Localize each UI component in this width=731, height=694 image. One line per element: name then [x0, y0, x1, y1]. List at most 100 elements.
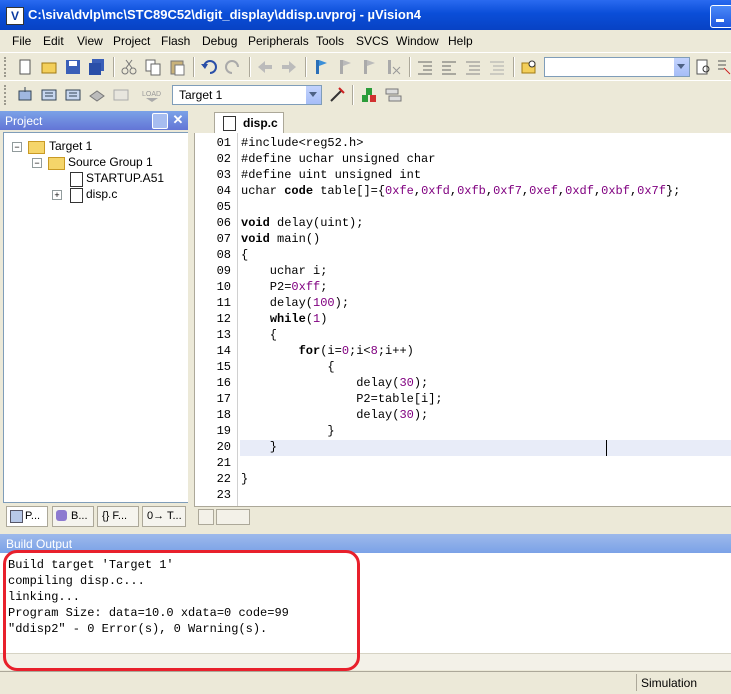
- uncomment-icon[interactable]: [488, 58, 506, 76]
- c-file-icon: [70, 188, 83, 203]
- menu-peripherals[interactable]: Peripherals: [248, 34, 309, 48]
- code-line: }: [241, 472, 249, 486]
- toolbar-separator: [193, 57, 195, 77]
- project-panel-tabs: P... B... {} F... 0→ T...: [0, 505, 188, 527]
- cut-icon[interactable]: [120, 58, 138, 76]
- code-line: uchar i;: [241, 264, 328, 278]
- tab-functions[interactable]: {} F...: [97, 506, 139, 527]
- save-icon[interactable]: [64, 58, 82, 76]
- svg-text:LOAD: LOAD: [142, 91, 161, 98]
- batch-build-icon[interactable]: [88, 86, 106, 104]
- paste-icon[interactable]: [168, 58, 186, 76]
- menu-help[interactable]: Help: [448, 34, 473, 48]
- menu-edit[interactable]: Edit: [43, 34, 64, 48]
- translate-icon[interactable]: [16, 86, 34, 104]
- select-packs-icon[interactable]: [384, 86, 402, 104]
- next-bookmark-icon[interactable]: [360, 58, 378, 76]
- line-number: 01: [216, 136, 231, 150]
- menu-flash[interactable]: Flash: [161, 34, 190, 48]
- code-line: #define uint unsigned int: [241, 168, 422, 182]
- menu-tools[interactable]: Tools: [316, 34, 344, 48]
- code-editor[interactable]: 01 02 03 04 05 06 07 08 09 10 11 12 13 1…: [194, 133, 731, 506]
- gutter-divider: [237, 133, 238, 506]
- pin-icon[interactable]: [152, 113, 168, 129]
- chevron-down-icon[interactable]: [674, 58, 689, 76]
- menu-view[interactable]: View: [77, 34, 103, 48]
- toolbar-grip[interactable]: [4, 85, 9, 105]
- prev-bookmark-icon[interactable]: [336, 58, 354, 76]
- scroll-thumb[interactable]: [216, 509, 250, 525]
- tree-label-disp-c: disp.c: [86, 187, 118, 201]
- line-number: 13: [216, 328, 231, 342]
- find-in-files-icon[interactable]: [520, 58, 538, 76]
- editor-horizontal-scrollbar[interactable]: [194, 506, 731, 525]
- redo-icon[interactable]: [224, 58, 242, 76]
- stop-build-icon[interactable]: [112, 86, 130, 104]
- download-load-icon[interactable]: LOAD: [140, 86, 164, 104]
- tab-templates[interactable]: 0→ T...: [142, 506, 186, 527]
- code-line: void main(): [241, 232, 321, 246]
- line-number: 16: [216, 376, 231, 390]
- undo-icon[interactable]: [200, 58, 218, 76]
- incremental-find-icon[interactable]: [714, 58, 731, 76]
- code-line: delay(30);: [241, 408, 429, 422]
- project-panel-header: Project ✕: [0, 111, 188, 130]
- save-all-icon[interactable]: [88, 58, 106, 76]
- code-line: {: [241, 360, 335, 374]
- line-number: 11: [216, 296, 231, 310]
- toolbar-separator: [409, 57, 411, 77]
- navigate-back-icon[interactable]: [256, 58, 274, 76]
- collapse-icon[interactable]: −: [12, 142, 22, 152]
- rebuild-icon[interactable]: [64, 86, 82, 104]
- expand-icon[interactable]: +: [52, 190, 62, 200]
- code-line: uchar code table[]={0xfe,0xfd,0xfb,0xf7,…: [241, 184, 681, 198]
- code-line: {: [241, 328, 278, 342]
- menu-svcs[interactable]: SVCS: [356, 34, 389, 48]
- indent-icon[interactable]: [416, 58, 434, 76]
- project-tree: − Target 1 − Source Group 1 STARTUP.A51 …: [3, 132, 189, 503]
- window-title: C:\siva\dvlp\mc\STC89C52\digit_display\d…: [28, 7, 422, 22]
- search-combo[interactable]: [544, 57, 690, 77]
- tab-books[interactable]: B...: [52, 506, 94, 527]
- navigate-forward-icon[interactable]: [280, 58, 298, 76]
- toolbar-separator: [113, 57, 115, 77]
- code-line: for(i=0;i<8;i++): [298, 344, 414, 358]
- line-number: 17: [216, 392, 231, 406]
- target-select[interactable]: Target 1: [172, 85, 322, 105]
- copy-icon[interactable]: [144, 58, 162, 76]
- editor-tab-label: disp.c: [243, 116, 278, 130]
- tree-label-target: Target 1: [49, 139, 93, 153]
- tab-disp-c[interactable]: disp.c: [214, 112, 284, 133]
- code-line: while(1): [269, 312, 328, 326]
- menu-file[interactable]: File: [12, 34, 31, 48]
- collapse-icon[interactable]: −: [32, 158, 42, 168]
- app-icon[interactable]: V: [6, 7, 24, 25]
- toolbar-grip[interactable]: [4, 57, 9, 77]
- clear-bookmarks-icon[interactable]: [384, 58, 402, 76]
- manage-components-icon[interactable]: [360, 86, 378, 104]
- find-icon[interactable]: [694, 58, 712, 76]
- close-icon[interactable]: ✕: [171, 113, 185, 127]
- code-line: P2=0xff;: [241, 280, 328, 294]
- code-line: P2=table[i];: [241, 392, 443, 406]
- chevron-down-icon[interactable]: [306, 86, 321, 104]
- build-icon[interactable]: [40, 86, 58, 104]
- unindent-icon[interactable]: [440, 58, 458, 76]
- new-file-icon[interactable]: [16, 58, 34, 76]
- code-line: #define uchar unsigned char: [241, 152, 436, 166]
- bookmark-icon[interactable]: [312, 58, 330, 76]
- asm-file-icon: [70, 172, 83, 187]
- comment-icon[interactable]: [464, 58, 482, 76]
- scroll-left-icon[interactable]: [198, 509, 214, 525]
- open-folder-icon[interactable]: [40, 58, 58, 76]
- tree-label-startup: STARTUP.A51: [86, 171, 165, 185]
- minimize-button[interactable]: [710, 5, 731, 28]
- line-number: 19: [216, 424, 231, 438]
- menu-window[interactable]: Window: [396, 34, 439, 48]
- menu-debug[interactable]: Debug: [202, 34, 237, 48]
- target-options-icon[interactable]: [328, 86, 346, 104]
- menu-project[interactable]: Project: [113, 34, 150, 48]
- target-select-value: Target 1: [179, 88, 223, 102]
- tab-project[interactable]: P...: [6, 506, 48, 527]
- line-number: 02: [216, 152, 231, 166]
